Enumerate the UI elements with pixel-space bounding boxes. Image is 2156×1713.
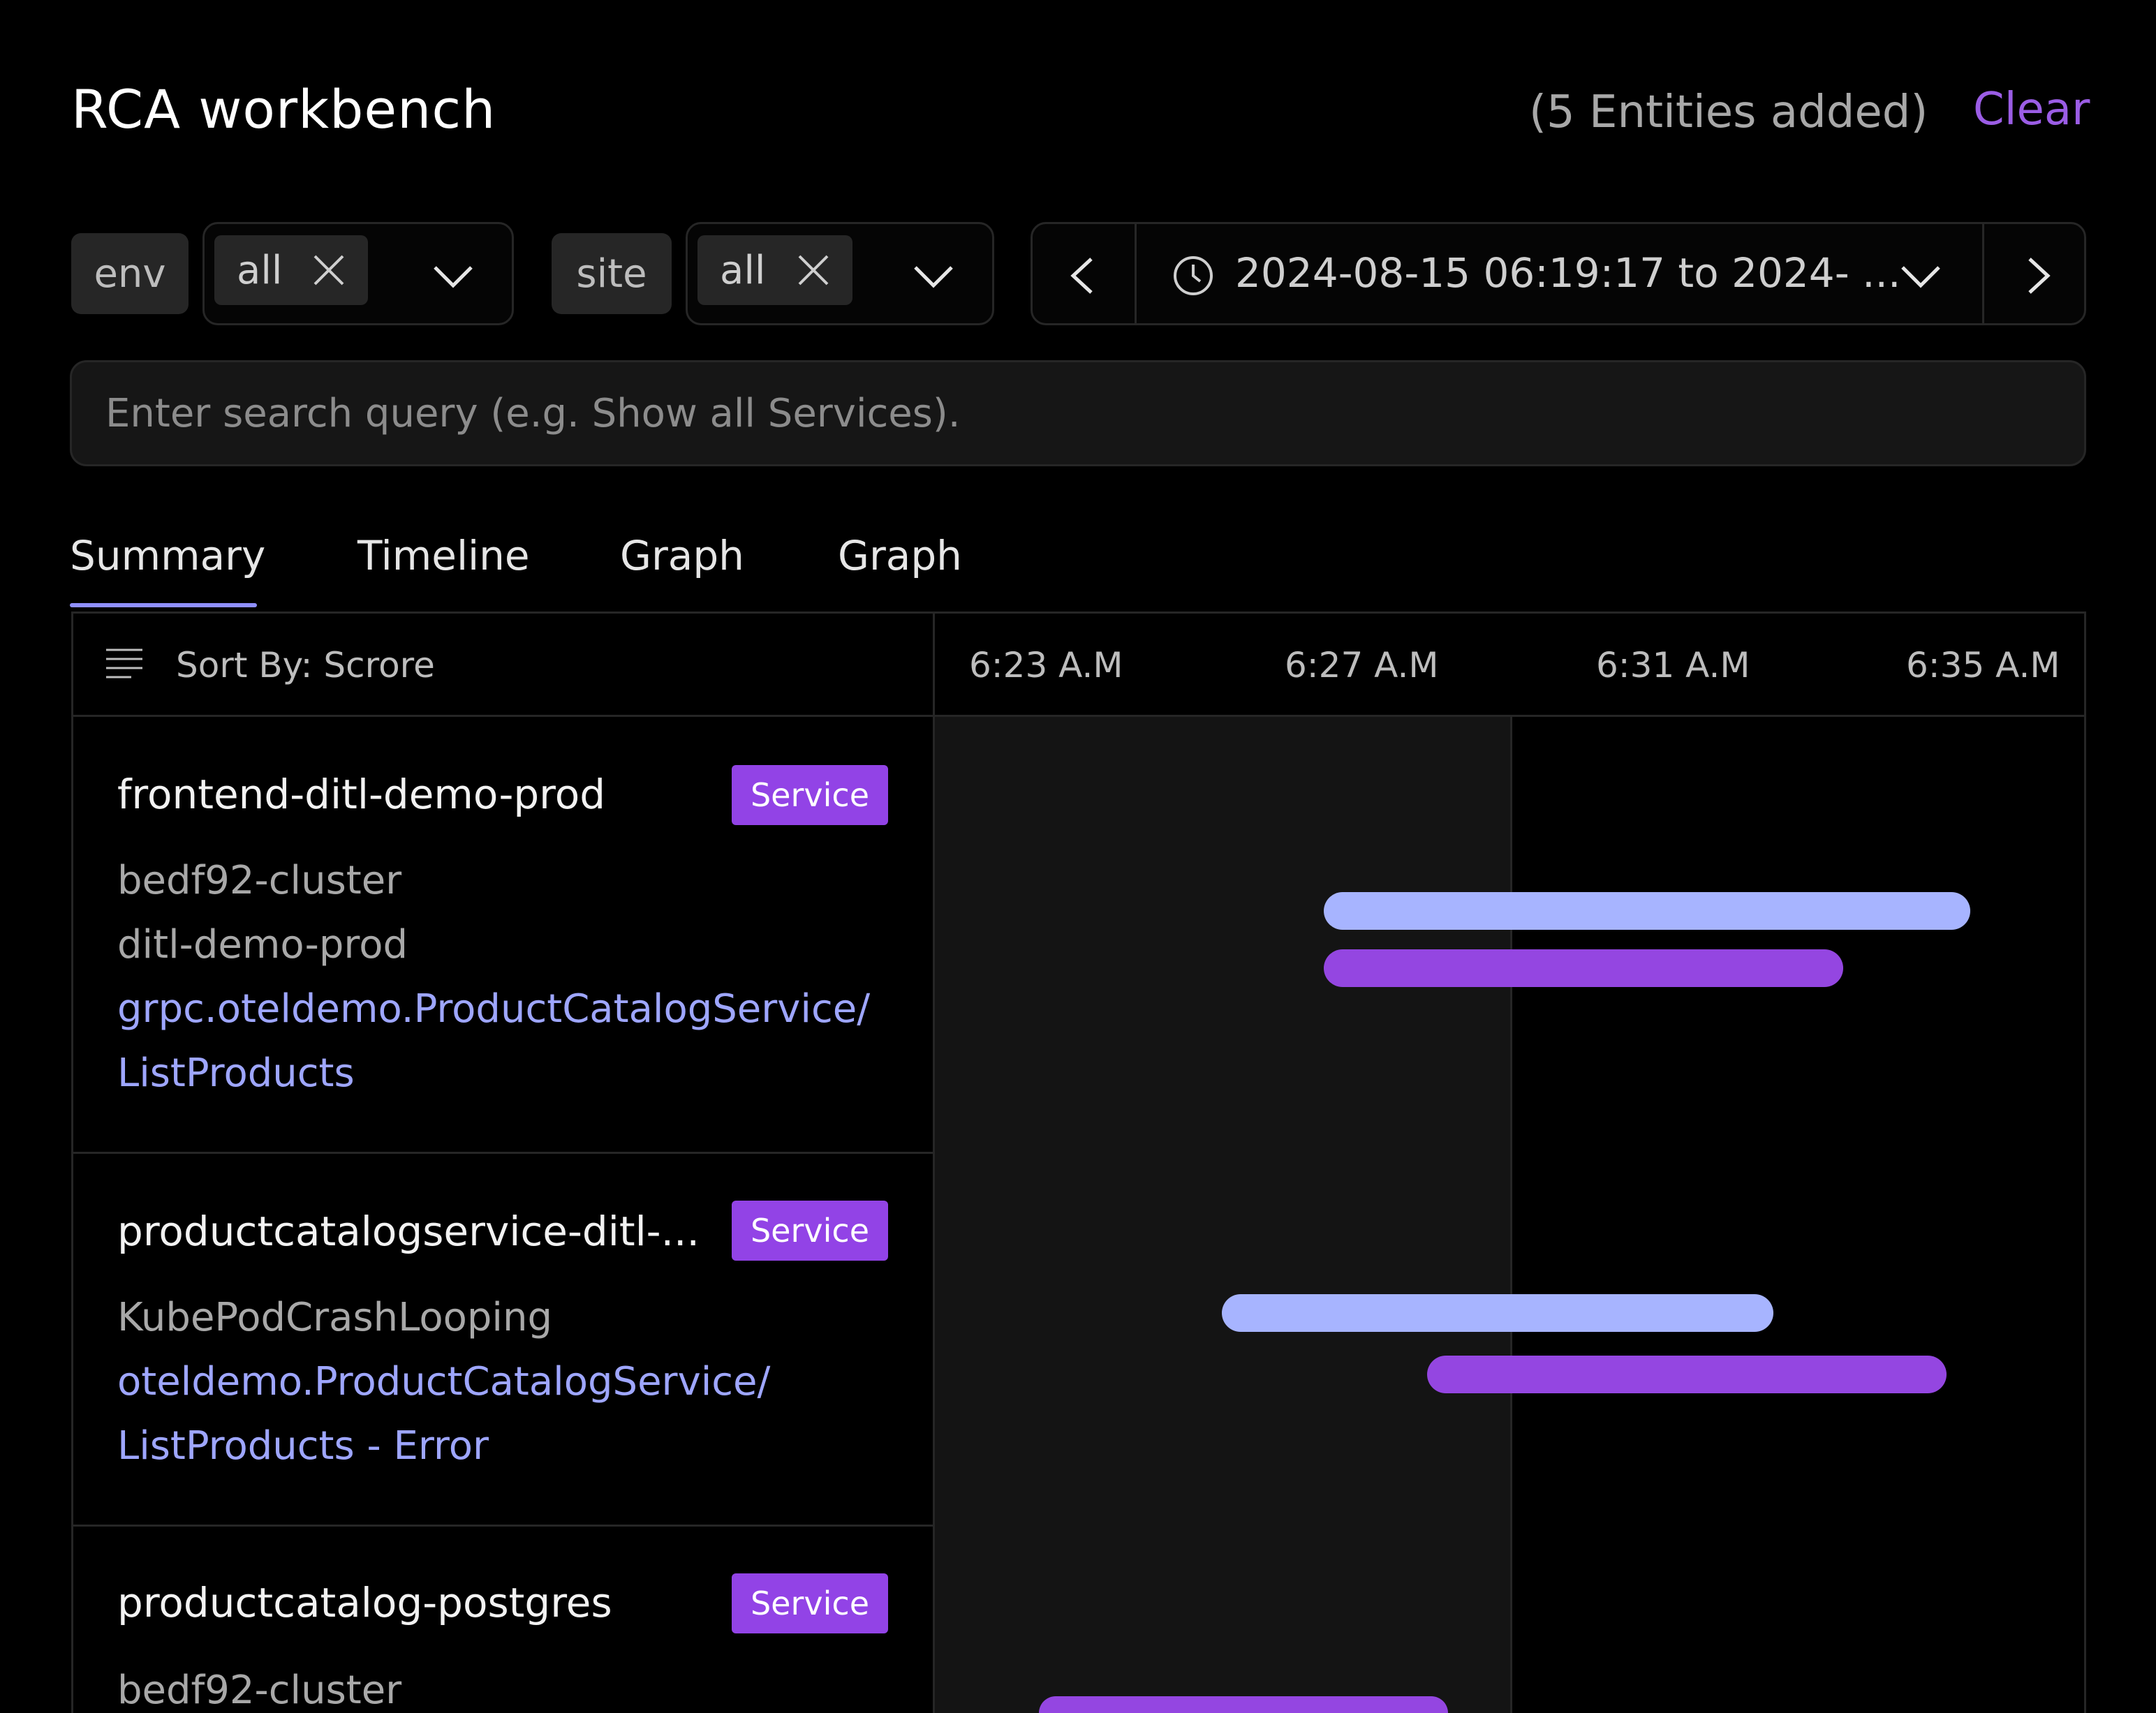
chevron-down-icon[interactable] [1900,263,1942,291]
entity-meta: ditl-demo-prod [117,922,408,967]
site-filter-label: site [552,233,672,314]
entity-link[interactable]: ListProducts - Error [117,1414,489,1478]
chevron-right-icon[interactable] [2025,256,2053,295]
chevron-left-icon[interactable] [1068,256,1095,295]
table-right-edge [2084,717,2086,1713]
timeline-tick: 6:23 A.M [969,645,1123,685]
timeline-tick: 6:35 A.M [1906,645,2060,685]
site-filter-tag: all [697,235,852,305]
service-badge: Service [732,1573,888,1633]
timeline-divider [1510,717,1512,1713]
entity-name[interactable]: frontend-ditl-demo-prod [117,771,605,818]
active-tab-indicator [70,603,257,607]
tab-timeline[interactable]: Timeline [357,532,530,579]
entity-link[interactable]: ListProducts [117,1041,355,1106]
timeline-tick: 6:31 A.M [1596,645,1750,685]
time-divider-right [1982,224,1984,323]
row-divider [71,1152,933,1154]
sort-icon[interactable] [105,648,144,680]
timeline-tick: 6:27 A.M [1285,645,1439,685]
clock-icon [1174,256,1213,295]
search-input[interactable] [72,362,2084,464]
entities-count: (5 Entities added) [1529,87,1928,138]
chevron-down-icon[interactable] [913,263,954,291]
tab-graph[interactable]: Graph [620,532,744,579]
service-badge: Service [732,1201,888,1261]
site-filter-select[interactable]: all [686,222,994,325]
site-filter-value: all [720,247,766,293]
timeline-bar[interactable] [1222,1294,1773,1332]
entity-name[interactable]: productcatalog-postgres [117,1579,612,1626]
entity-name[interactable]: productcatalogservice-ditl-... [117,1208,700,1255]
time-divider-left [1135,224,1137,323]
timeline-bar[interactable] [1324,892,1970,930]
timeline-bar[interactable] [1039,1696,1448,1713]
env-filter-label: env [71,233,189,314]
page-title: RCA workbench [71,78,496,140]
tab-summary[interactable]: Summary [70,532,265,579]
tab-graph-2[interactable]: Graph [838,532,962,579]
search-box [70,360,2086,466]
close-icon[interactable] [797,253,830,287]
timeline-bar[interactable] [1427,1356,1947,1393]
service-badge: Service [732,765,888,825]
entity-meta: KubePodCrashLooping [117,1295,552,1340]
time-range-picker[interactable]: 2024-08-15 06:19:17 to 2024- ... [1031,222,2086,325]
env-filter-select[interactable]: all [202,222,514,325]
env-filter-value: all [237,247,283,293]
timeline-bar[interactable] [1324,949,1843,987]
clear-button[interactable]: Clear [1973,84,2090,135]
env-filter-tag: all [214,235,368,305]
entity-meta: bedf92-cluster [117,1668,402,1713]
column-divider [933,611,935,1713]
entity-meta: bedf92-cluster [117,858,402,903]
table-header-divider [71,715,2086,717]
sort-by-label[interactable]: Sort By: Scrore [176,645,435,685]
timeline-shaded-region [935,717,1510,1713]
close-icon[interactable] [312,253,346,287]
time-range-value: 2024-08-15 06:19:17 to 2024- ... [1235,249,1901,297]
entity-link[interactable]: oteldemo.ProductCatalogService/ [117,1350,770,1414]
entity-link[interactable]: grpc.oteldemo.ProductCatalogService/ [117,977,870,1041]
chevron-down-icon[interactable] [432,263,474,291]
row-divider [71,1525,933,1527]
